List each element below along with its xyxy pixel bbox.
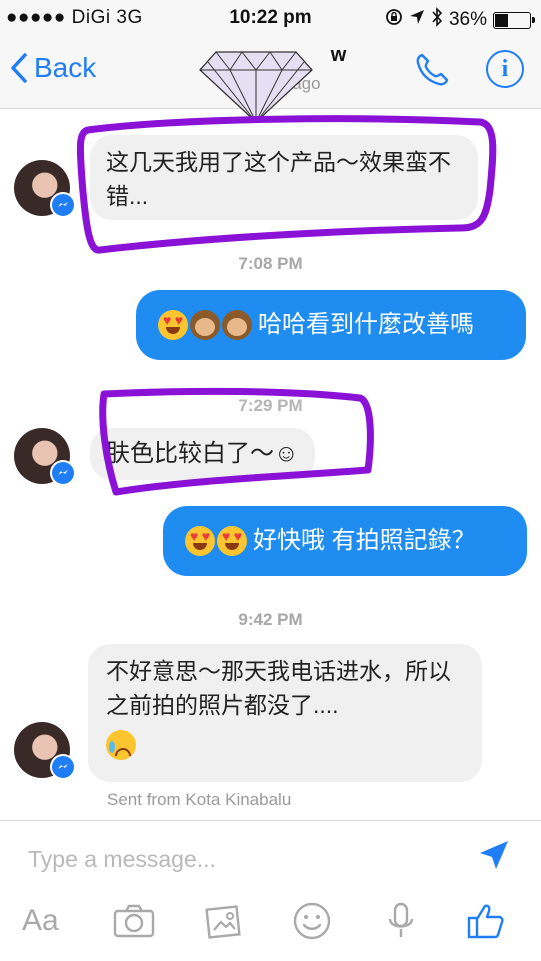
message-bubble-incoming[interactable]: 不好意思～那天我电话进水，所以之前拍的照片都没了.... <box>88 644 482 782</box>
messenger-badge-icon <box>50 192 76 218</box>
location-arrow-icon <box>409 9 425 31</box>
voice-button[interactable] <box>386 901 416 941</box>
text-format-button[interactable]: Aa <box>22 901 59 941</box>
contact-avatar[interactable] <box>14 160 76 218</box>
message-timestamp: 9:42 PM <box>238 610 303 629</box>
contact-avatar[interactable] <box>14 428 76 486</box>
messenger-badge-icon <box>50 460 76 486</box>
message-bubble-outgoing[interactable]: 哈哈看到什麼改善嗎 <box>136 290 526 360</box>
battery-percent: 36% <box>448 9 487 30</box>
status-icons: 36% <box>385 7 535 33</box>
battery-icon <box>493 11 535 29</box>
message-timestamp: 7:29 PM <box>238 396 303 415</box>
conversation-header: Back w A n ago i <box>0 36 541 123</box>
message-input[interactable] <box>26 841 450 877</box>
like-button[interactable] <box>466 901 506 941</box>
message-text: 好快哦 有拍照記錄？ <box>253 527 476 554</box>
smiley-icon <box>293 902 331 940</box>
microphone-icon <box>388 902 414 937</box>
camera-icon <box>113 904 155 938</box>
message-bubble-incoming[interactable]: 这几天我用了这个产品～效果蛮不错... <box>90 135 478 220</box>
composer-toolbar: Aa <box>0 901 541 945</box>
crying-face-emoji-icon <box>106 729 136 760</box>
message-bubble-outgoing[interactable]: 好快哦 有拍照記錄？ <box>163 506 527 576</box>
message-composer: Aa <box>0 820 541 961</box>
message-timestamp: 7:08 PM <box>238 254 303 273</box>
status-bar: ●●●●● DiGi 3G 10:22 pm 36% <box>0 0 541 36</box>
message-bubble-incoming[interactable]: 肤色比较白了～☺ <box>90 428 315 480</box>
see-no-evil-monkey-icon <box>222 310 252 340</box>
gallery-icon <box>205 905 241 939</box>
send-arrow-icon <box>480 841 508 869</box>
heart-eyes-emoji-icon <box>158 310 188 340</box>
contact-avatar[interactable] <box>14 722 76 780</box>
message-text: 哈哈看到什麼改善嗎 <box>258 311 474 338</box>
bluetooth-icon <box>431 7 443 33</box>
battery-fill <box>495 13 508 27</box>
phone-icon <box>416 53 449 86</box>
heart-eyes-emoji-icon <box>185 526 215 556</box>
camera-button[interactable] <box>112 901 156 941</box>
rotation-lock-icon <box>385 8 403 32</box>
heart-eyes-emoji-icon <box>217 526 247 556</box>
sticker-button[interactable] <box>292 901 332 941</box>
diamond-sticker-icon <box>199 51 313 123</box>
info-icon: i <box>501 56 509 82</box>
call-button[interactable] <box>412 50 452 95</box>
see-no-evil-monkey-icon <box>190 310 220 340</box>
send-button[interactable] <box>478 839 510 876</box>
sent-location-note: Sent from Kota Kinabalu <box>107 790 292 809</box>
messenger-badge-icon <box>50 754 76 780</box>
info-button[interactable]: i <box>486 50 524 88</box>
message-text: 不好意思～那天我电话进水，所以之前拍的照片都没了.... <box>106 658 451 718</box>
thumbs-up-icon <box>467 904 504 939</box>
photo-gallery-button[interactable] <box>204 901 244 941</box>
